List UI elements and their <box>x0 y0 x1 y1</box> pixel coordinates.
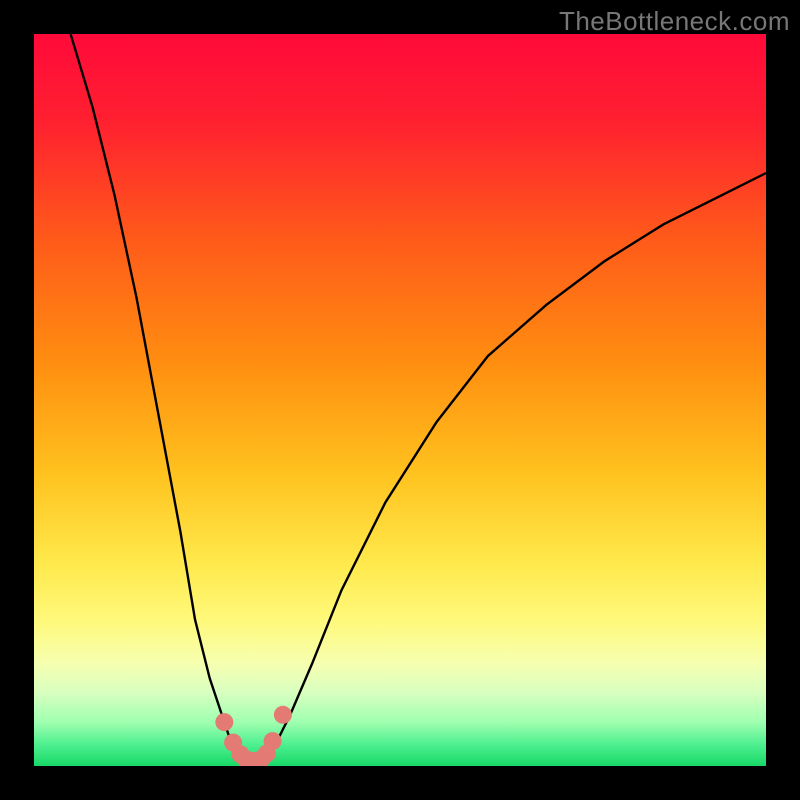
plot-lines <box>34 34 766 766</box>
curve-left <box>71 34 247 760</box>
watermark-text: TheBottleneck.com <box>559 6 790 37</box>
plot-area <box>34 34 766 766</box>
marker-dot <box>264 732 282 750</box>
curve-right <box>261 173 766 760</box>
marker-dot <box>274 706 292 724</box>
marker-dot <box>215 713 233 731</box>
